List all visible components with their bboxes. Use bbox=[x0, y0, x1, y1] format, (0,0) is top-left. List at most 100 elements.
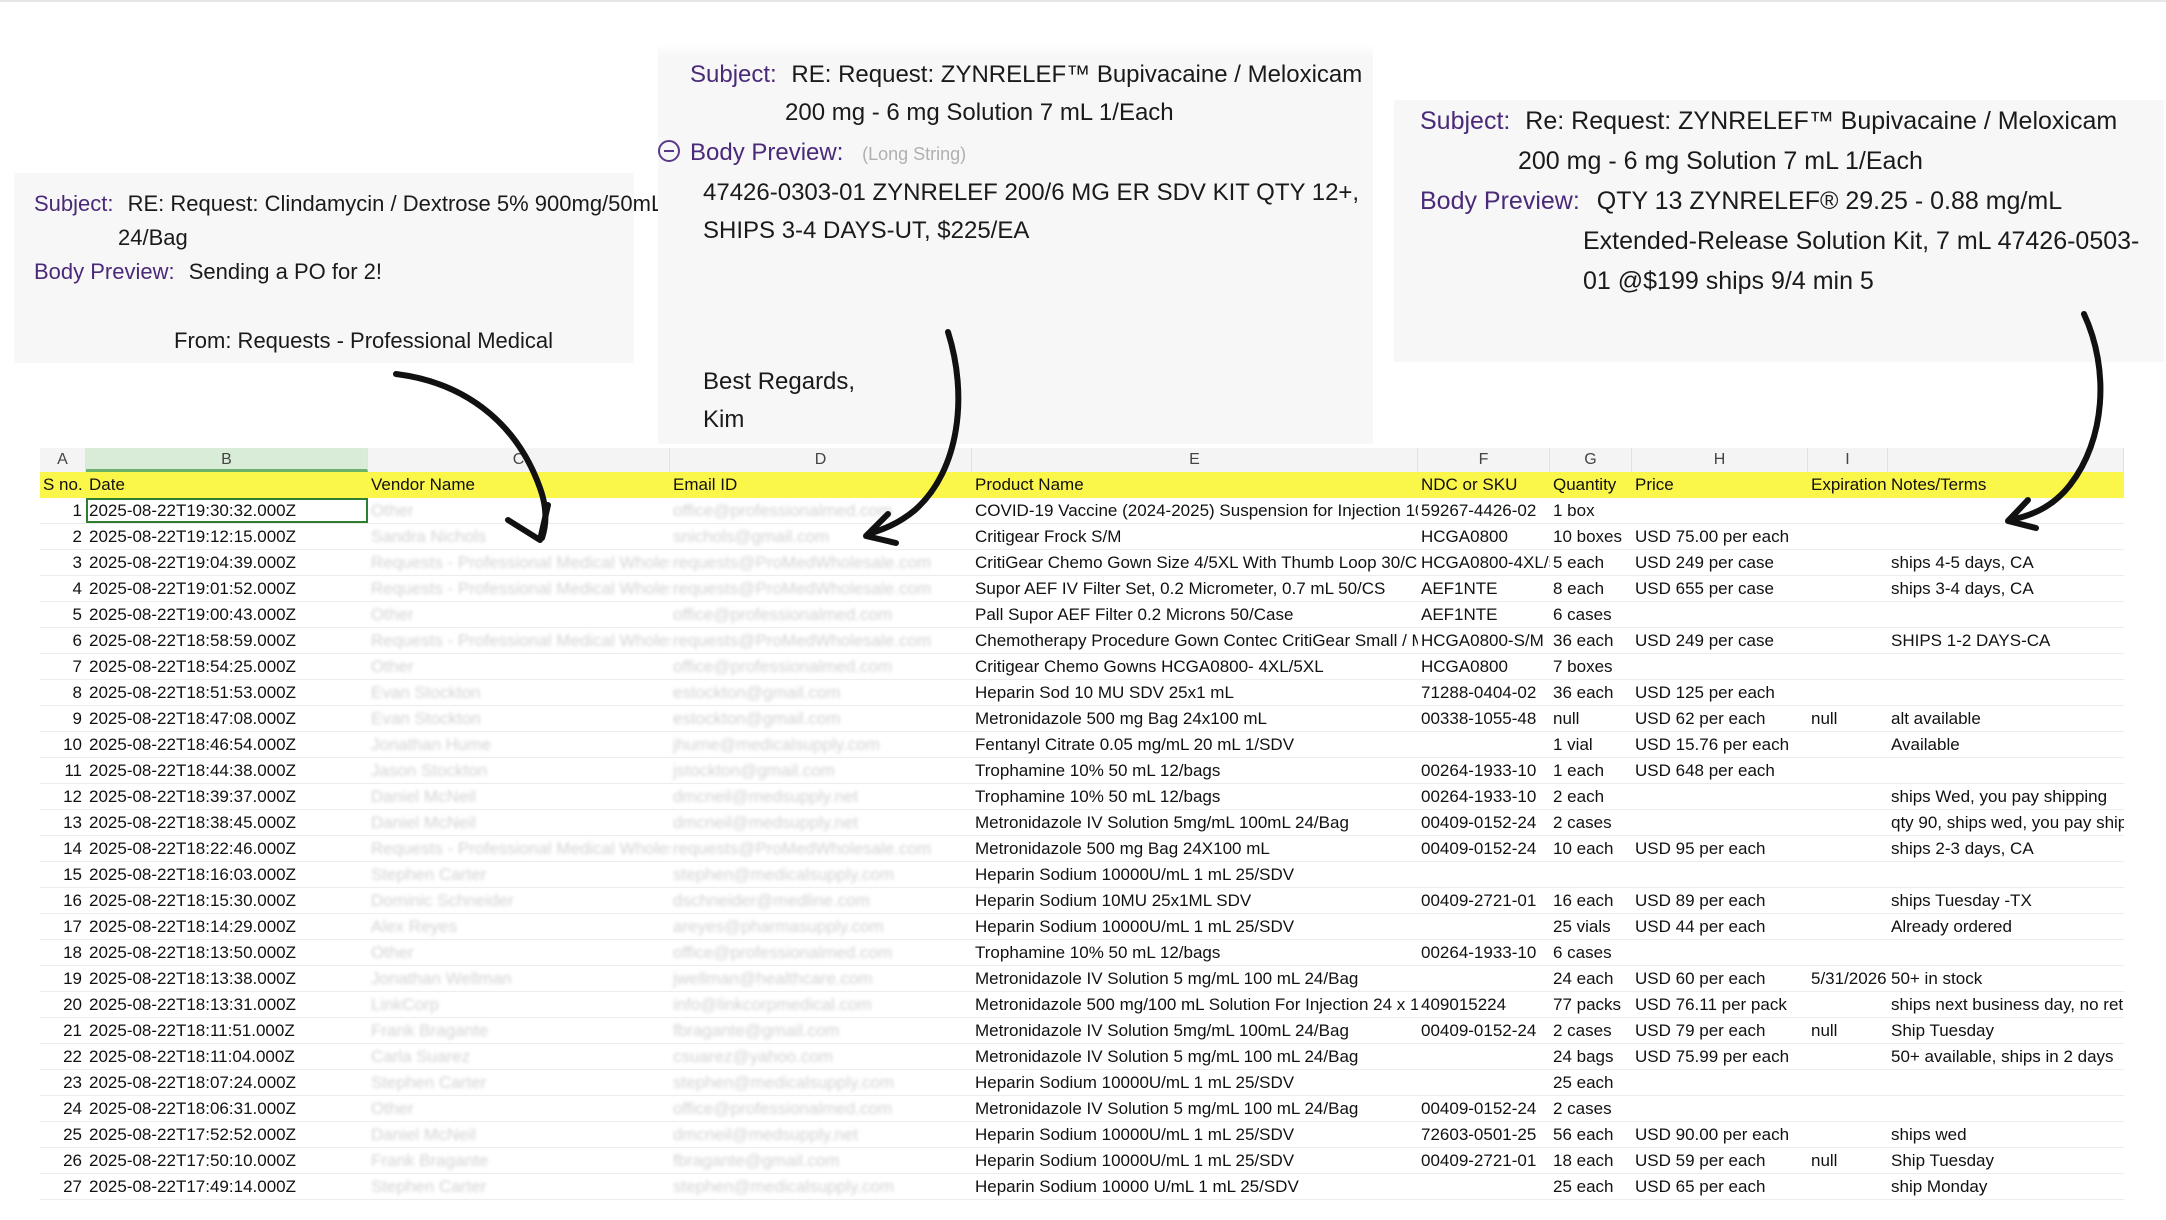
cell-date[interactable]: 2025-08-22T18:47:08.000Z bbox=[86, 706, 368, 731]
column-letter-E[interactable]: E bbox=[972, 448, 1418, 472]
cell-ndc[interactable]: 00264-1933-10 bbox=[1418, 784, 1550, 809]
cell-product[interactable]: Chemotherapy Procedure Gown Contec Criti… bbox=[972, 628, 1418, 653]
cell-date[interactable]: 2025-08-22T18:07:24.000Z bbox=[86, 1070, 368, 1095]
cell-price[interactable]: USD 95 per each bbox=[1632, 836, 1808, 861]
cell-product[interactable]: Metronidazole 500 mg Bag 24x100 mL bbox=[972, 706, 1418, 731]
cell-date[interactable]: 2025-08-22T18:58:59.000Z bbox=[86, 628, 368, 653]
cell-date[interactable]: 2025-08-22T19:04:39.000Z bbox=[86, 550, 368, 575]
table-row[interactable]: 26 2025-08-22T17:50:10.000Z Frank Bragante… bbox=[40, 1148, 2124, 1174]
cell-ndc[interactable]: 00409-2721-01 bbox=[1418, 1148, 1550, 1173]
cell-vendor[interactable]: Other bbox=[368, 602, 670, 627]
cell-price[interactable]: USD 89 per each bbox=[1632, 888, 1808, 913]
field-header-price[interactable]: Price bbox=[1632, 472, 1808, 498]
cell-notes[interactable] bbox=[1888, 680, 2124, 705]
cell-notes[interactable] bbox=[1888, 862, 2124, 887]
cell-price[interactable]: USD 75.99 per each bbox=[1632, 1044, 1808, 1069]
cell-n[interactable]: 12 bbox=[40, 784, 86, 809]
cell-date[interactable]: 2025-08-22T19:01:52.000Z bbox=[86, 576, 368, 601]
cell-n[interactable]: 14 bbox=[40, 836, 86, 861]
cell-n[interactable]: 22 bbox=[40, 1044, 86, 1069]
cell-price[interactable]: USD 65 per each bbox=[1632, 1174, 1808, 1199]
column-letter-blank[interactable] bbox=[1888, 448, 2124, 472]
cell-date[interactable]: 2025-08-22T18:11:51.000Z bbox=[86, 1018, 368, 1043]
column-letter-A[interactable]: A bbox=[40, 448, 86, 472]
cell-date[interactable]: 2025-08-22T17:52:52.000Z bbox=[86, 1122, 368, 1147]
cell-email[interactable]: dmcneil@medsupply.net bbox=[670, 784, 972, 809]
cell-vendor[interactable]: Frank Bragante bbox=[368, 1148, 670, 1173]
cell-date[interactable]: 2025-08-22T17:49:14.000Z bbox=[86, 1174, 368, 1199]
cell-qty[interactable]: 56 each bbox=[1550, 1122, 1632, 1147]
cell-price[interactable] bbox=[1632, 940, 1808, 965]
cell-product[interactable]: Trophamine 10% 50 mL 12/bags bbox=[972, 758, 1418, 783]
cell-price[interactable]: USD 59 per each bbox=[1632, 1148, 1808, 1173]
cell-n[interactable]: 6 bbox=[40, 628, 86, 653]
cell-price[interactable]: USD 655 per case bbox=[1632, 576, 1808, 601]
cell-n[interactable]: 9 bbox=[40, 706, 86, 731]
cell-vendor[interactable]: Other bbox=[368, 654, 670, 679]
cell-notes[interactable]: ships 2-3 days, CA bbox=[1888, 836, 2124, 861]
cell-product[interactable]: Heparin Sodium 10MU 25x1ML SDV bbox=[972, 888, 1418, 913]
cell-n[interactable]: 5 bbox=[40, 602, 86, 627]
cell-product[interactable]: Metronidazole IV Solution 5 mg/mL 100 mL… bbox=[972, 966, 1418, 991]
cell-notes[interactable]: 50+ available, ships in 2 days bbox=[1888, 1044, 2124, 1069]
cell-price[interactable] bbox=[1632, 810, 1808, 835]
cell-notes[interactable] bbox=[1888, 940, 2124, 965]
cell-date[interactable]: 2025-08-22T19:30:32.000Z bbox=[86, 498, 368, 523]
table-row[interactable]: 19 2025-08-22T18:13:38.000Z Jonathan Wellm… bbox=[40, 966, 2124, 992]
cell-vendor[interactable]: Other bbox=[368, 940, 670, 965]
cell-notes[interactable]: ship Monday bbox=[1888, 1174, 2124, 1199]
cell-qty[interactable]: null bbox=[1550, 706, 1632, 731]
cell-exp[interactable] bbox=[1808, 524, 1888, 549]
cell-vendor[interactable]: Daniel McNeil bbox=[368, 810, 670, 835]
cell-qty[interactable]: 2 cases bbox=[1550, 1018, 1632, 1043]
cell-exp[interactable] bbox=[1808, 576, 1888, 601]
cell-email[interactable]: requests@ProMedWholesale.com bbox=[670, 836, 972, 861]
cell-date[interactable]: 2025-08-22T19:00:43.000Z bbox=[86, 602, 368, 627]
column-letter-D[interactable]: D bbox=[670, 448, 972, 472]
cell-qty[interactable]: 24 bags bbox=[1550, 1044, 1632, 1069]
cell-product[interactable]: COVID-19 Vaccine (2024-2025) Suspension … bbox=[972, 498, 1418, 523]
cell-exp[interactable] bbox=[1808, 862, 1888, 887]
cell-date[interactable]: 2025-08-22T18:13:31.000Z bbox=[86, 992, 368, 1017]
cell-notes[interactable]: alt available bbox=[1888, 706, 2124, 731]
cell-email[interactable]: dmcneil@medsupply.net bbox=[670, 810, 972, 835]
cell-date[interactable]: 2025-08-22T19:12:15.000Z bbox=[86, 524, 368, 549]
cell-n[interactable]: 11 bbox=[40, 758, 86, 783]
field-header-n[interactable]: S no. bbox=[40, 472, 86, 498]
cell-price[interactable] bbox=[1632, 1096, 1808, 1121]
cell-qty[interactable]: 10 boxes bbox=[1550, 524, 1632, 549]
cell-date[interactable]: 2025-08-22T18:38:45.000Z bbox=[86, 810, 368, 835]
cell-qty[interactable]: 24 each bbox=[1550, 966, 1632, 991]
cell-exp[interactable] bbox=[1808, 810, 1888, 835]
table-row[interactable]: 10 2025-08-22T18:46:54.000Z Jonathan Hume j… bbox=[40, 732, 2124, 758]
cell-date[interactable]: 2025-08-22T18:11:04.000Z bbox=[86, 1044, 368, 1069]
cell-product[interactable]: Heparin Sodium 10000U/mL 1 mL 25/SDV bbox=[972, 914, 1418, 939]
cell-notes[interactable] bbox=[1888, 602, 2124, 627]
cell-notes[interactable]: ships next business day, no retu bbox=[1888, 992, 2124, 1017]
cell-vendor[interactable]: Requests - Professional Medical Wholesal… bbox=[368, 836, 670, 861]
table-row[interactable]: 17 2025-08-22T18:14:29.000Z Alex Reyes arey… bbox=[40, 914, 2124, 940]
table-row[interactable]: 20 2025-08-22T18:13:31.000Z LinkCorp info@l… bbox=[40, 992, 2124, 1018]
cell-email[interactable]: jhume@medicalsupply.com bbox=[670, 732, 972, 757]
cell-ndc[interactable]: HCGA0800 bbox=[1418, 524, 1550, 549]
cell-vendor[interactable]: Daniel McNeil bbox=[368, 784, 670, 809]
cell-ndc[interactable]: AEF1NTE bbox=[1418, 602, 1550, 627]
cell-notes[interactable]: ships 4-5 days, CA bbox=[1888, 550, 2124, 575]
field-header-ndc[interactable]: NDC or SKU bbox=[1418, 472, 1550, 498]
cell-exp[interactable] bbox=[1808, 654, 1888, 679]
cell-notes[interactable] bbox=[1888, 758, 2124, 783]
cell-n[interactable]: 3 bbox=[40, 550, 86, 575]
table-row[interactable]: 14 2025-08-22T18:22:46.000Z Requests - Pro… bbox=[40, 836, 2124, 862]
cell-vendor[interactable]: Evan Stockton bbox=[368, 706, 670, 731]
cell-product[interactable]: Fentanyl Citrate 0.05 mg/mL 20 mL 1/SDV bbox=[972, 732, 1418, 757]
cell-price[interactable] bbox=[1632, 862, 1808, 887]
cell-vendor[interactable]: Requests - Professional Medical Wholesal… bbox=[368, 550, 670, 575]
cell-email[interactable]: requests@ProMedWholesale.com bbox=[670, 550, 972, 575]
cell-product[interactable]: Heparin Sodium 10000U/mL 1 mL 25/SDV bbox=[972, 1070, 1418, 1095]
cell-notes[interactable]: ships Wed, you pay shipping bbox=[1888, 784, 2124, 809]
table-row[interactable]: 24 2025-08-22T18:06:31.000Z Other office@pr… bbox=[40, 1096, 2124, 1122]
cell-n[interactable]: 25 bbox=[40, 1122, 86, 1147]
cell-ndc[interactable] bbox=[1418, 1174, 1550, 1199]
cell-date[interactable]: 2025-08-22T18:16:03.000Z bbox=[86, 862, 368, 887]
cell-ndc[interactable]: 59267-4426-02 bbox=[1418, 498, 1550, 523]
